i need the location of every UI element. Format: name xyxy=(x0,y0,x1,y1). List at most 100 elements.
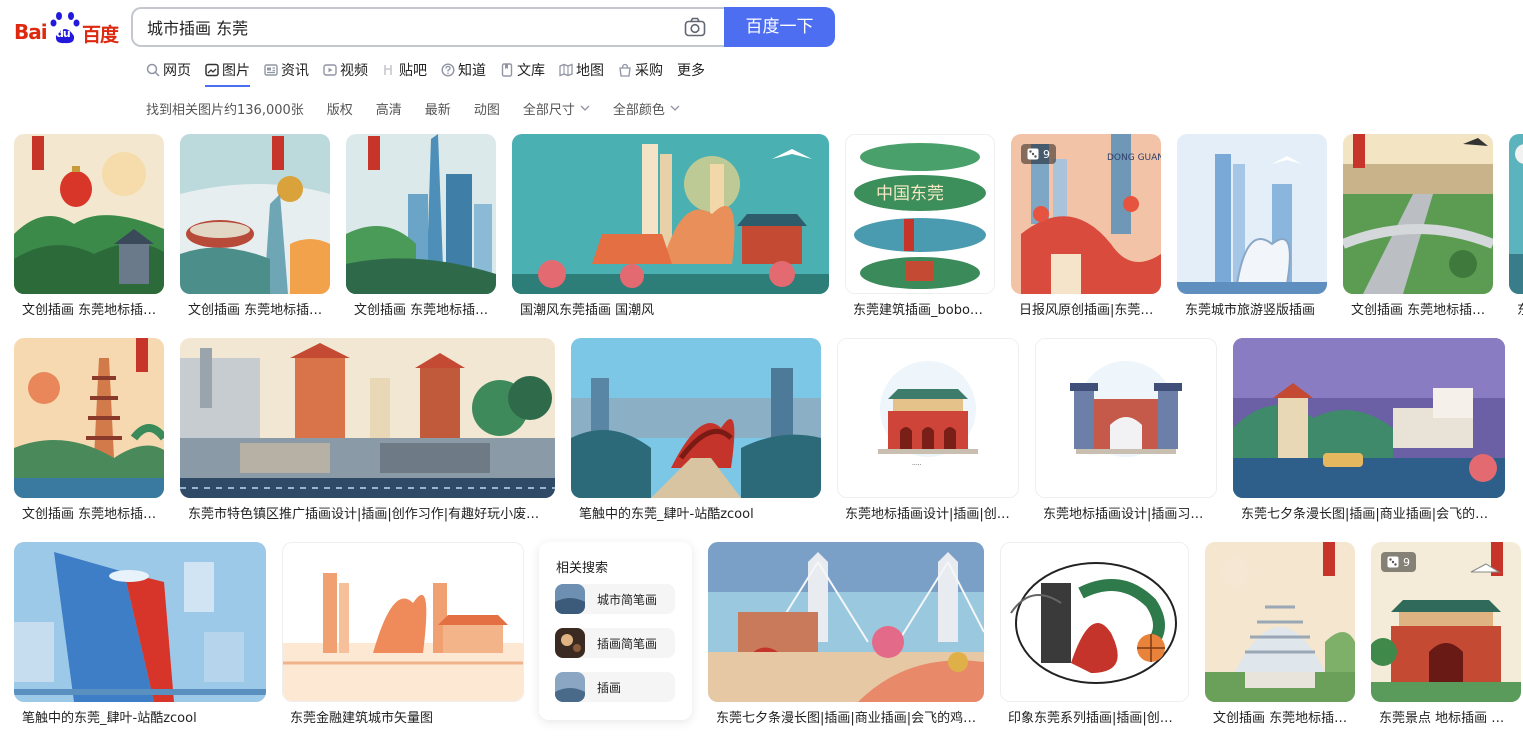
search-icon xyxy=(146,63,160,77)
result-thumbnail[interactable] xyxy=(1205,542,1355,702)
svg-text:中国东莞: 中国东莞 xyxy=(876,184,944,204)
related-thumb xyxy=(555,628,585,658)
related-item[interactable]: 插画简笔画 xyxy=(555,628,675,658)
result-caption[interactable]: 东莞城市旅游竖版插画 xyxy=(1185,299,1325,318)
tab-video[interactable]: 视频 xyxy=(323,58,368,82)
filter-copyright[interactable]: 版权 xyxy=(327,98,353,118)
result-thumbnail[interactable] xyxy=(512,134,829,294)
illustration-image xyxy=(1001,543,1188,701)
related-search-title: 相关搜索 xyxy=(556,561,609,576)
filter-latest[interactable]: 最新 xyxy=(425,98,451,118)
result-caption[interactable]: 东莞地标插画设计|插画|创… xyxy=(845,503,1015,522)
search-input[interactable] xyxy=(147,9,667,45)
illustration-image xyxy=(283,543,523,701)
tab-label: 文库 xyxy=(517,63,545,79)
result-caption[interactable]: 东莞金融建筑城市矢量图 xyxy=(290,707,520,726)
result-caption[interactable]: 笔触中的东莞_肆叶-站酷zcool xyxy=(579,503,819,522)
related-thumb xyxy=(555,584,585,614)
result-thumbnail[interactable] xyxy=(1343,134,1493,294)
baidu-logo[interactable]: Bai du 百度 xyxy=(12,10,119,46)
result-caption[interactable]: 文创插画 东莞地标插画… xyxy=(354,299,494,318)
result-thumbnail[interactable] xyxy=(1233,338,1505,498)
question-icon xyxy=(441,63,455,77)
filter-animated[interactable]: 动图 xyxy=(474,98,500,118)
multi-image-badge: 9 xyxy=(1381,552,1416,572)
result-caption[interactable]: 东莞七夕条漫长图|插画|商业插画|会飞的鸡… xyxy=(716,707,980,726)
result-caption[interactable]: 日报风原创插画|东莞… xyxy=(1019,299,1159,318)
tab-label: 地图 xyxy=(576,63,604,79)
filter-size-dropdown[interactable]: 全部尺寸 xyxy=(523,98,590,118)
svg-text:DONG GUAN: DONG GUAN xyxy=(1107,153,1161,163)
result-thumbnail[interactable] xyxy=(1000,542,1189,702)
svg-text:·····: ····· xyxy=(912,462,922,469)
tab-more[interactable]: 更多 xyxy=(677,58,705,82)
result-caption[interactable]: 文创插画 东莞地标插画… xyxy=(1351,299,1491,318)
result-thumbnail[interactable] xyxy=(1509,134,1523,294)
result-thumbnail[interactable]: 中国东莞 xyxy=(845,134,995,294)
result-thumbnail[interactable] xyxy=(346,134,496,294)
result-thumbnail[interactable] xyxy=(708,542,984,702)
tab-zhidao[interactable]: 知道 xyxy=(441,58,486,82)
tab-label: 资讯 xyxy=(281,63,309,79)
tab-images[interactable]: 图片 xyxy=(205,58,250,87)
result-caption[interactable]: 印象东莞系列插画|插画|创… xyxy=(1008,707,1185,726)
result-caption[interactable]: 东莞景点 地标插画 … xyxy=(1379,707,1507,726)
result-caption[interactable]: 笔触中的东莞_肆叶-站酷zcool xyxy=(22,707,262,726)
tab-label: 视频 xyxy=(340,63,368,79)
result-caption[interactable]: 东莞七夕条漫长图|插画|商业插画|会飞的… xyxy=(1241,503,1503,522)
search-button[interactable]: 百度一下 xyxy=(724,7,835,47)
result-caption[interactable]: 文创插画 东莞地标插画… xyxy=(22,503,162,522)
result-caption[interactable]: 国潮风东莞插画 国潮风 xyxy=(520,299,825,318)
related-label: 插画 xyxy=(597,680,622,695)
filter-color-label: 全部颜色 xyxy=(612,102,665,118)
tab-map[interactable]: 地图 xyxy=(559,58,604,82)
related-thumb xyxy=(555,672,585,702)
tab-tieba[interactable]: 贴吧 xyxy=(382,58,427,82)
illustration-image: ····· xyxy=(838,339,1018,497)
logo-du: du xyxy=(56,27,71,40)
result-thumbnail[interactable] xyxy=(180,134,330,294)
result-caption[interactable]: 东 xyxy=(1517,299,1523,318)
illustration-image xyxy=(1509,134,1523,294)
related-search-panel: 相关搜索 城市简笔画 插画简笔画 插画 xyxy=(539,542,692,720)
doc-icon xyxy=(501,63,513,77)
result-thumbnail[interactable] xyxy=(180,338,555,498)
tab-news[interactable]: 资讯 xyxy=(264,58,309,82)
image-icon xyxy=(205,63,219,77)
result-caption[interactable]: 东莞建筑插画_bobo… xyxy=(853,299,993,318)
result-thumbnail[interactable] xyxy=(14,338,164,498)
result-thumbnail[interactable] xyxy=(14,542,266,702)
result-thumbnail[interactable]: ····· xyxy=(837,338,1019,498)
illustration-image: 中国东莞 xyxy=(846,135,994,293)
related-label: 城市简笔画 xyxy=(597,592,658,607)
illustration-image xyxy=(1036,339,1216,497)
camera-icon[interactable] xyxy=(684,17,706,37)
filter-color-dropdown[interactable]: 全部颜色 xyxy=(613,98,680,118)
related-item[interactable]: 插画 xyxy=(555,672,675,702)
result-caption[interactable]: 文创插画 东莞地标插画… xyxy=(22,299,162,318)
result-caption[interactable]: 东莞地标插画设计|插画习… xyxy=(1043,503,1213,522)
logo-baidu-cn: 百度 xyxy=(82,24,119,46)
illustration-image xyxy=(14,134,164,294)
result-caption[interactable]: 东莞市特色镇区推广插画设计|插画|创作习作|有趣好玩小废… xyxy=(188,503,543,522)
result-caption[interactable]: 文创插画 东莞地标插画… xyxy=(1213,707,1353,726)
related-item[interactable]: 城市简笔画 xyxy=(555,584,675,614)
filter-hd[interactable]: 高清 xyxy=(376,98,402,118)
nav-tabs: 网页 图片 资讯 视频 贴吧 知道 文库 地图 采购 更多 xyxy=(146,58,719,87)
illustration-image xyxy=(1205,542,1355,702)
tab-web[interactable]: 网页 xyxy=(146,58,191,82)
result-thumbnail[interactable] xyxy=(1177,134,1327,294)
related-image xyxy=(555,672,585,702)
news-icon xyxy=(264,64,278,76)
badge-count: 9 xyxy=(1403,555,1410,569)
result-thumbnail[interactable] xyxy=(571,338,821,498)
tab-purchase[interactable]: 采购 xyxy=(618,58,663,82)
video-icon xyxy=(323,64,337,76)
tab-wenku[interactable]: 文库 xyxy=(500,58,545,82)
result-thumbnail[interactable] xyxy=(282,542,524,702)
result-thumbnail[interactable] xyxy=(1035,338,1217,498)
result-thumbnail[interactable] xyxy=(14,134,164,294)
result-caption[interactable]: 文创插画 东莞地标插画… xyxy=(188,299,328,318)
illustration-image xyxy=(14,542,266,702)
illustration-image xyxy=(180,134,330,294)
